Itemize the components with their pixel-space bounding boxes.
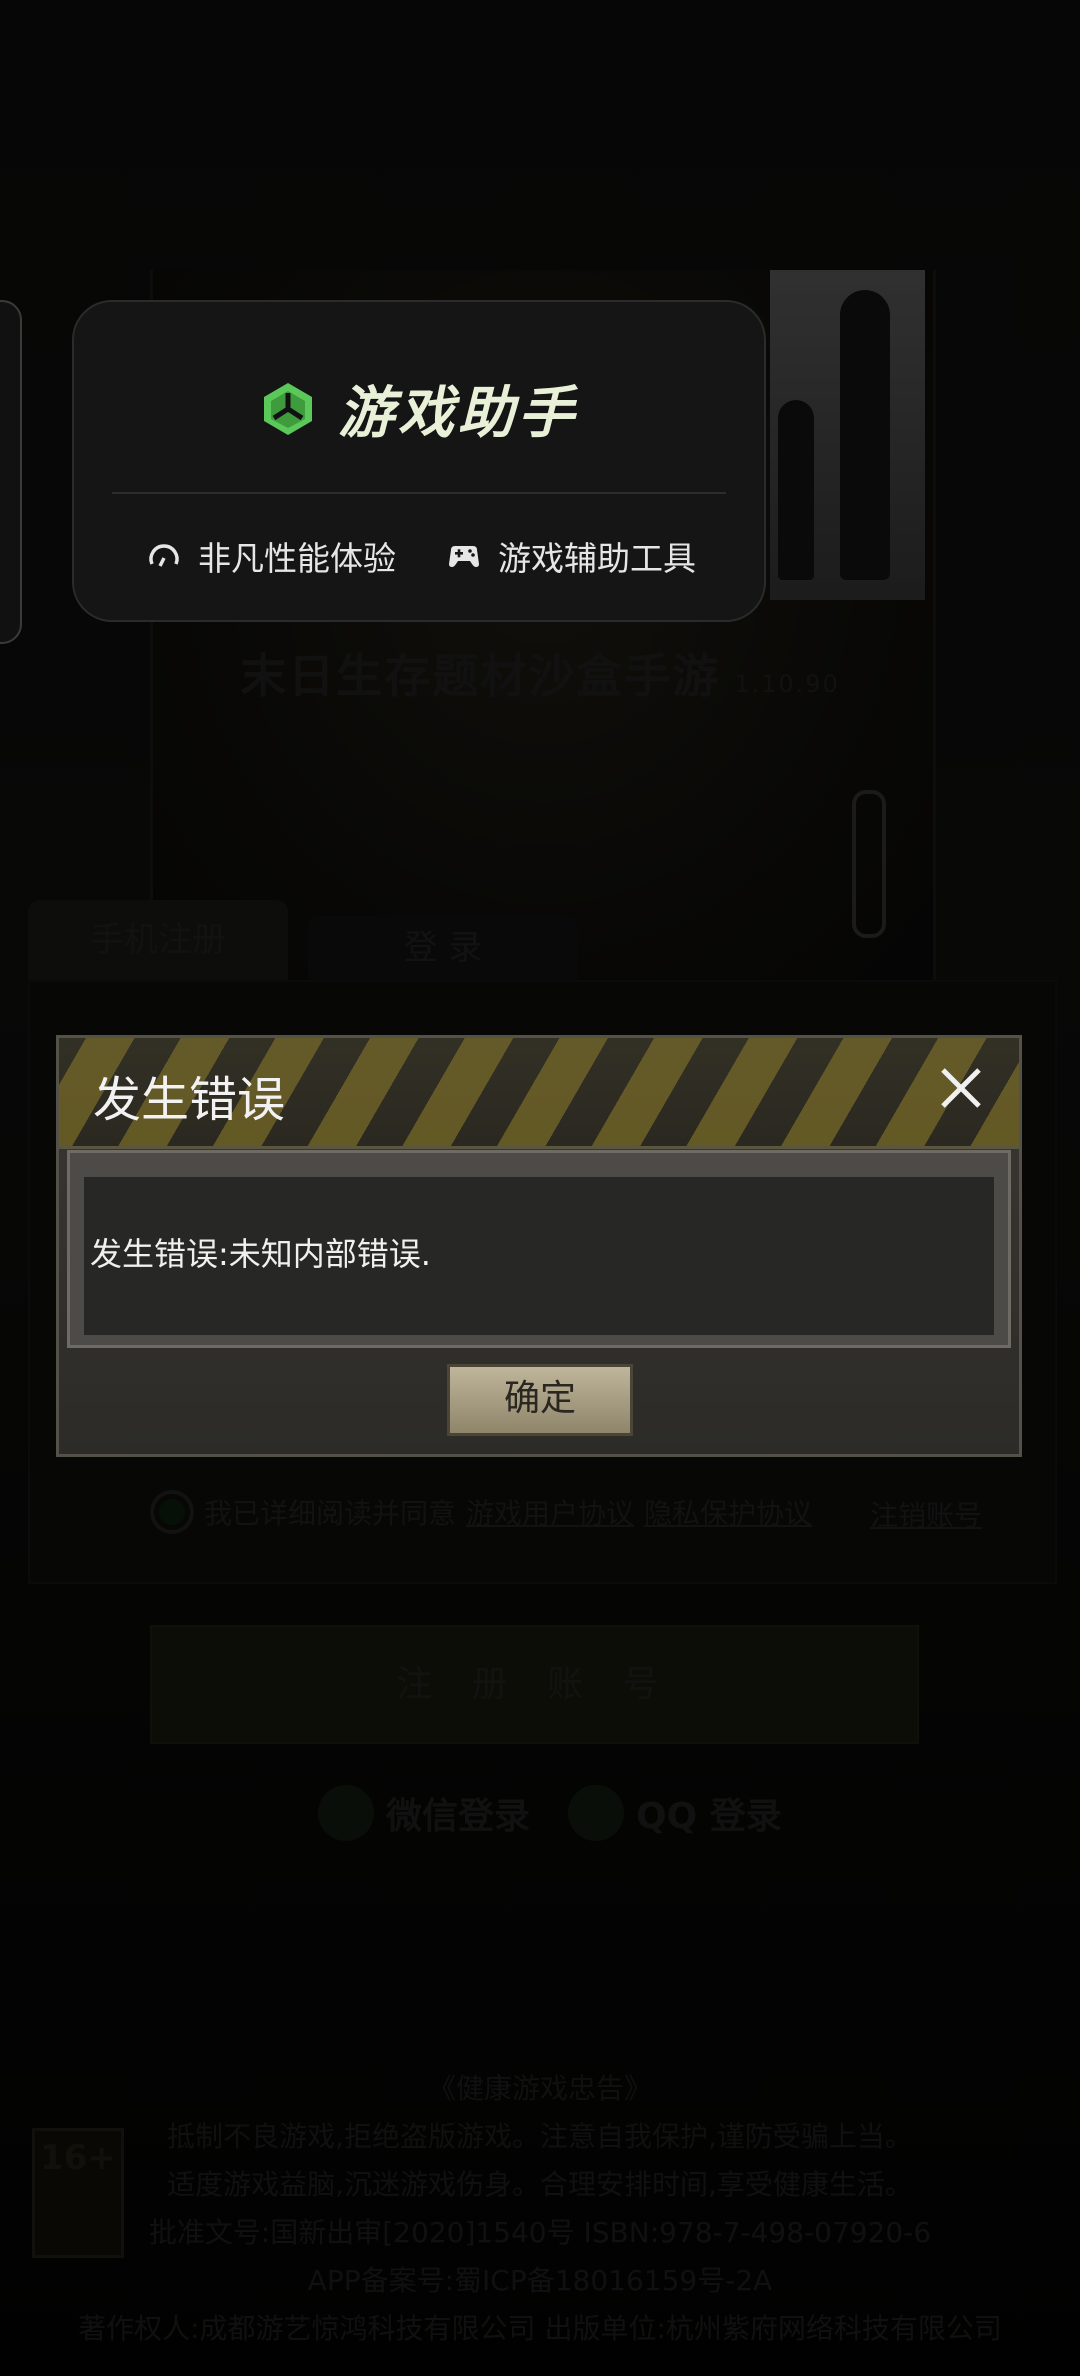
dialog-header: 发生错误: [59, 1038, 1019, 1149]
game-assistant-card[interactable]: 游戏助手 非凡性能体验 游戏辅助工具: [72, 300, 766, 622]
dialog-title: 发生错误: [93, 1074, 286, 1127]
divider: [112, 492, 726, 494]
speedometer-icon: [149, 544, 179, 567]
feature-performance[interactable]: 非凡性能体验: [146, 532, 396, 580]
assistant-title: 游戏助手: [338, 381, 578, 446]
side-panel-edge[interactable]: [0, 300, 22, 644]
close-icon[interactable]: [931, 1058, 991, 1118]
dialog-body: 发生错误:未知内部错误.: [67, 1150, 1011, 1348]
gamepad-icon: [449, 546, 479, 567]
feature-tools-label: 游戏辅助工具: [498, 539, 696, 578]
error-dialog: 发生错误 发生错误:未知内部错误. 确定: [56, 1035, 1022, 1457]
feature-performance-label: 非凡性能体验: [198, 539, 396, 578]
feature-tools[interactable]: 游戏辅助工具: [446, 532, 696, 580]
error-message: 发生错误:未知内部错误.: [90, 1235, 431, 1273]
assistant-header: 游戏助手: [74, 368, 764, 449]
game-assistant-logo-icon: [264, 382, 312, 435]
confirm-button[interactable]: 确定: [447, 1364, 633, 1436]
